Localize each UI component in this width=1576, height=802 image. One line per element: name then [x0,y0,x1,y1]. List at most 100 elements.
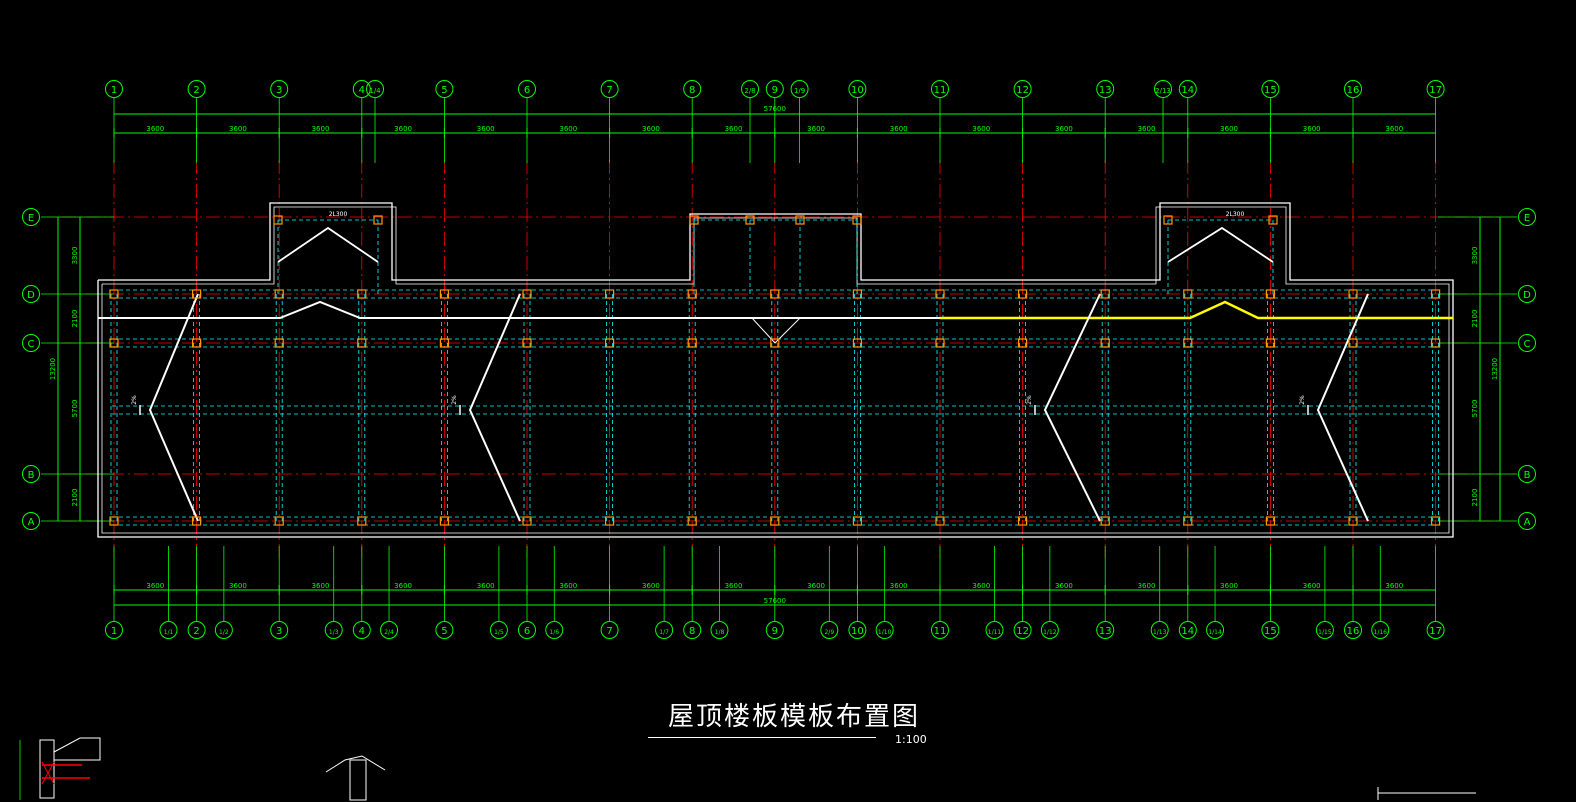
axis-label: 12 [1016,85,1029,96]
axis-label: 1/6 [549,629,559,636]
bay-dim-text: 3600 [972,125,990,133]
vertical-dim-text: 13200 [49,358,57,380]
building-outline-inner [101,206,1450,534]
vertical-dim-text: 5700 [1471,400,1479,418]
bay-dim-text: 3600 [312,125,330,133]
bay-dim-text: 3600 [807,125,825,133]
bay-dim-text: 3600 [890,125,908,133]
axis-label: 4 [359,85,365,96]
row-axis-label: B [1524,470,1531,481]
bay-dim-text: 3600 [890,582,908,590]
row-axis-label: B [28,470,35,481]
building-outline [97,202,1454,538]
axis-label: 8 [689,85,695,96]
vertical-dim-text: 13200 [1491,358,1499,380]
axis-label: 2/4 [384,629,394,636]
axis-label: 13 [1099,85,1112,96]
axis-label: 8 [689,626,695,637]
axis-label: 7 [606,85,612,96]
axis-label: 1/9 [794,87,805,95]
bay-dim-text: 3600 [394,582,412,590]
bay-dim-text: 3600 [1055,125,1073,133]
vertical-dim-text: 3300 [71,247,79,265]
detail-section [39,739,55,799]
axis-label: 11 [934,85,947,96]
slope-label: 2% [1299,395,1306,405]
slope-line [1316,293,1369,522]
axis-label: 14 [1181,626,1194,637]
detail-section [53,737,101,761]
row-axis-label: E [28,213,34,224]
gable-roof [1167,226,1274,263]
overall-dim-text: 57600 [764,597,786,605]
slope-label: 2% [131,395,138,405]
axis-label: 17 [1429,626,1442,637]
bay-dim-text: 3600 [477,582,495,590]
bay-dim-text: 3600 [1385,582,1403,590]
axis-label: 1/10 [878,629,892,636]
bay-dim-text: 3600 [229,582,247,590]
ridge-line [98,300,940,319]
bay-annotation: 2L300 [329,211,348,218]
overall-dim-text: 57600 [764,105,786,113]
axis-label: 11 [934,626,947,637]
axis-label: 3 [276,85,282,96]
axis-label: 9 [772,85,778,96]
row-axis-label: C [28,339,35,350]
bay-dim-text: 3600 [725,582,743,590]
slope-label: 2% [1026,395,1033,405]
axis-label: 2/8 [744,87,755,95]
bay-dim-text: 3600 [972,582,990,590]
axis-label: 5 [441,85,447,96]
detail-eave [325,755,386,773]
axis-label: 15 [1264,626,1277,637]
axis-label: 16 [1347,85,1360,96]
axis-label: 16 [1347,626,1360,637]
bay-dim-text: 3600 [559,125,577,133]
axis-label: 2/9 [824,629,834,636]
vertical-dim-text: 2100 [71,489,79,507]
axis-label: 1/3 [329,629,339,636]
bay-dim-text: 3600 [559,582,577,590]
slope-label: 2% [451,395,458,405]
bay-dim-text: 3600 [1138,125,1156,133]
bay-dim-text: 3600 [1303,125,1321,133]
bay-dim-text: 3600 [807,582,825,590]
axis-label: 1/12 [1043,629,1057,636]
bay-dim-text: 3600 [1220,125,1238,133]
row-axis-label: A [28,517,35,528]
bay-dim-text: 3600 [394,125,412,133]
bay-dim-text: 3600 [642,582,660,590]
slope-line [148,293,199,522]
bay-dim-text: 3600 [1055,582,1073,590]
row-axis-label: D [27,290,35,301]
axis-label: 1/4 [369,87,381,95]
axis-label: 1/7 [659,629,669,636]
axis-label: 4 [359,626,365,637]
gable-roof [277,226,379,263]
axis-label: 1/5 [494,629,504,636]
axis-label: 1 [111,85,117,96]
axis-label: 2 [193,85,199,96]
bay-dim-text: 3600 [146,582,164,590]
detail-eave-wall [349,759,367,801]
bay-annotation: 2L300 [1226,211,1245,218]
row-axis-label: A [1524,517,1531,528]
row-axis-label: D [1523,290,1531,301]
row-axis-label: E [1524,213,1530,224]
slope-line [468,293,521,522]
drawing-title: 屋顶楼板模板布置图 [668,702,921,732]
axis-label: 1/2 [219,629,229,636]
axis-label: 14 [1181,85,1194,96]
axis-label: 6 [524,85,530,96]
title-underline [648,737,876,738]
vertical-dim-text: 2100 [1471,310,1479,328]
axis-label: 13 [1099,626,1112,637]
axis-label: 1/1 [164,629,174,636]
axis-label: 1/8 [715,629,725,636]
axis-label: 9 [772,626,778,637]
axis-label: 1/16 [1374,629,1388,636]
axis-label: 3 [276,626,282,637]
bay-dim-text: 3600 [725,125,743,133]
axis-label: 10 [851,85,864,96]
